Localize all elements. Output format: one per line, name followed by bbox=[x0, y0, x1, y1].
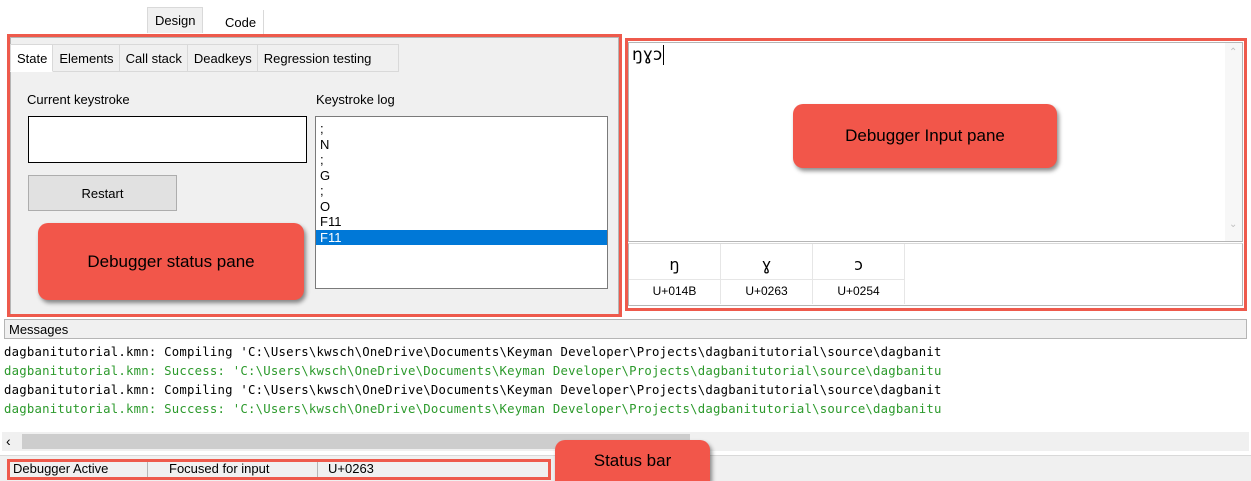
message-line: dagbanitutorial.kmn: Compiling 'C:\Users… bbox=[4, 345, 942, 359]
callout-input-pane: Debugger Input pane bbox=[793, 104, 1057, 168]
tab-design[interactable]: Design bbox=[147, 7, 204, 33]
scroll-left-icon[interactable]: ‹ bbox=[6, 433, 11, 449]
message-line: dagbanitutorial.kmn: Success: 'C:\Users\… bbox=[4, 364, 942, 378]
input-pane-highlight bbox=[625, 38, 1247, 311]
callout-status-pane: Debugger status pane bbox=[38, 223, 304, 300]
message-line: dagbanitutorial.kmn: Compiling 'C:\Users… bbox=[4, 383, 942, 397]
status-bar-highlight bbox=[7, 459, 551, 480]
messages-header: Messages bbox=[4, 319, 1247, 339]
message-line: dagbanitutorial.kmn: Success: 'C:\Users\… bbox=[4, 402, 942, 416]
callout-status-bar: Status bar bbox=[555, 440, 710, 481]
tab-code[interactable]: Code bbox=[218, 10, 265, 36]
